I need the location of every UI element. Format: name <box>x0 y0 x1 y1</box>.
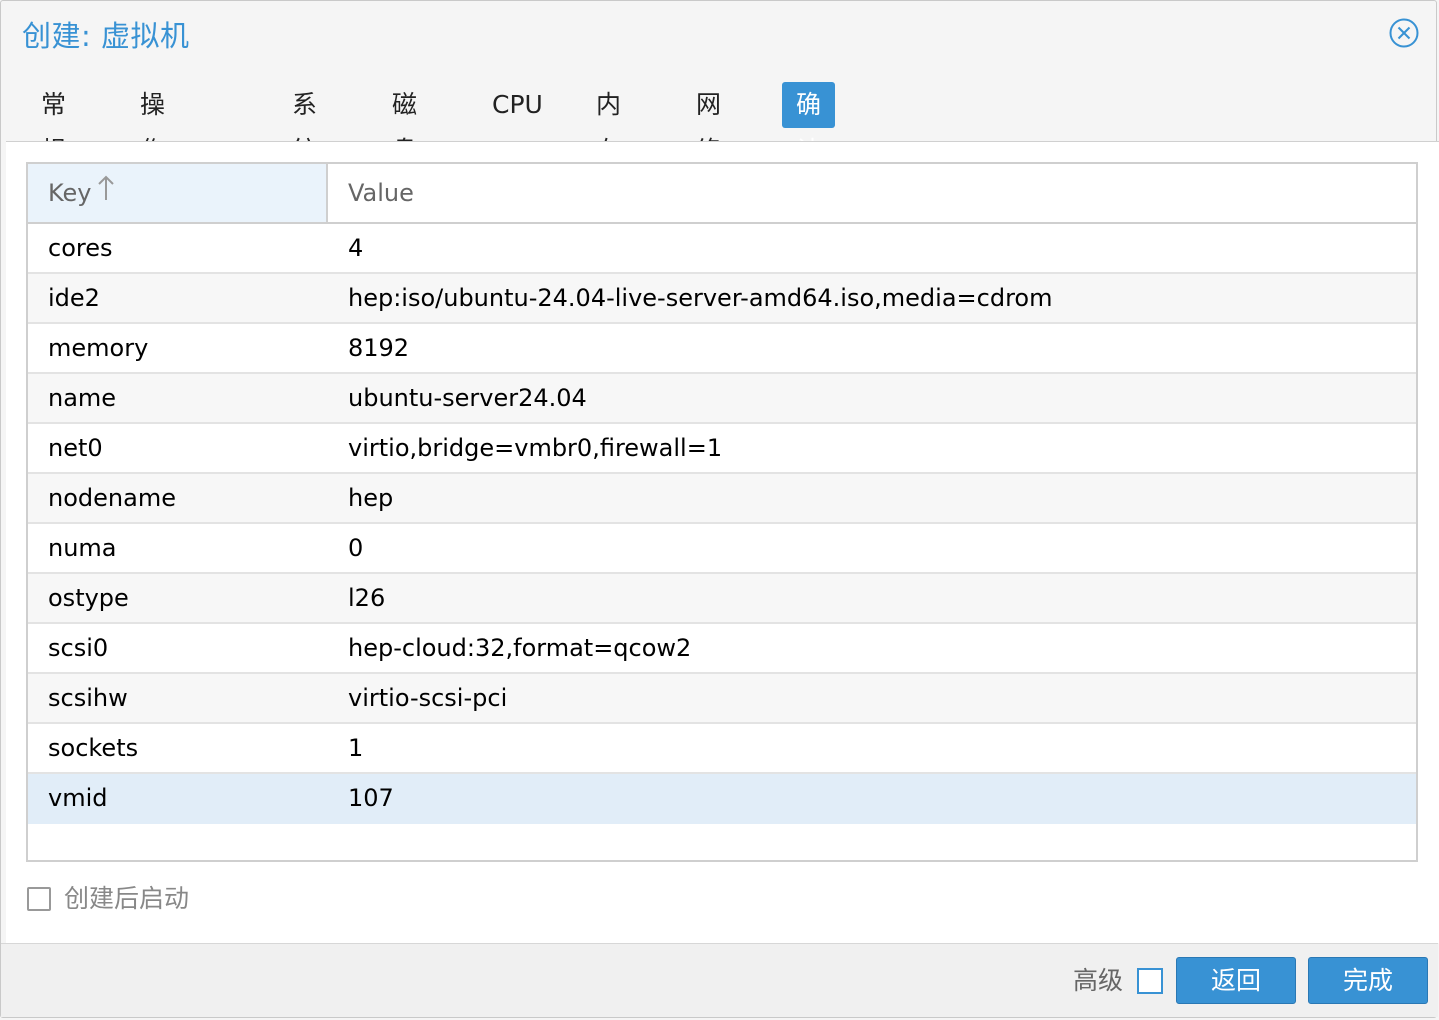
advanced-checkbox[interactable] <box>1137 968 1163 994</box>
row-value: hep <box>348 484 394 512</box>
row-key: cores <box>48 234 113 262</box>
confirm-panel: Key Value cores 4 ide2 hep:iso/ubuntu-24.0… <box>6 141 1439 943</box>
row-key: sockets <box>48 734 139 762</box>
row-key: name <box>48 384 117 412</box>
tab-network[interactable]: 网络 <box>682 82 735 165</box>
table-row[interactable]: ide2 hep:iso/ubuntu-24.04-live-server-amd… <box>28 274 1416 324</box>
row-value: 107 <box>348 784 394 812</box>
table-row[interactable]: cores 4 <box>28 224 1416 274</box>
table-row[interactable]: scsihw virtio-scsi-pci <box>28 674 1416 724</box>
table-row[interactable]: nodename hep <box>28 474 1416 524</box>
row-key: nodename <box>48 484 176 512</box>
row-value: virtio-scsi-pci <box>348 684 508 712</box>
table-row[interactable]: numa 0 <box>28 524 1416 574</box>
row-key: net0 <box>48 434 103 462</box>
row-value: 1 <box>348 734 364 762</box>
close-icon[interactable] <box>1389 18 1419 48</box>
row-key: memory <box>48 334 149 362</box>
sort-up-arrow-icon <box>97 165 114 223</box>
tab-system[interactable]: 系统 <box>278 82 331 165</box>
create-vm-dialog: 创建: 虚拟机 常规 操作系统 系统 磁盘 CPU 内存 网络 确认 Key V… <box>0 0 1439 1018</box>
column-header-key-label: Key <box>48 179 92 207</box>
row-value: l26 <box>348 584 386 612</box>
dialog-footer: 高级 返回 完成 <box>1 943 1438 1017</box>
tab-confirm[interactable]: 确认 <box>782 82 836 165</box>
tab-memory[interactable]: 内存 <box>582 82 635 165</box>
table-row[interactable]: scsi0 hep-cloud:32,format=qcow2 <box>28 624 1416 674</box>
tab-cpu[interactable]: CPU <box>478 82 557 128</box>
table-row[interactable]: sockets 1 <box>28 724 1416 774</box>
row-value: ubuntu-server24.04 <box>348 384 587 412</box>
row-value: 0 <box>348 534 364 562</box>
row-key: ostype <box>48 584 129 612</box>
row-key: numa <box>48 534 117 562</box>
row-key: vmid <box>48 784 108 812</box>
table-row[interactable]: ostype l26 <box>28 574 1416 624</box>
grid-header: Key Value <box>28 164 1416 224</box>
row-value: 8192 <box>348 334 410 362</box>
table-row[interactable]: net0 virtio,bridge=vmbr0,firewall=1 <box>28 424 1416 474</box>
row-value: hep:iso/ubuntu-24.04-live-server-amd64.i… <box>348 284 1053 312</box>
tab-general[interactable]: 常规 <box>27 82 80 165</box>
start-after-create-checkbox[interactable] <box>27 887 51 911</box>
row-key: scsi0 <box>48 634 109 662</box>
column-header-value[interactable]: Value <box>328 164 1416 222</box>
grid-rows: cores 4 ide2 hep:iso/ubuntu-24.04-live-ser… <box>28 224 1416 824</box>
row-key: ide2 <box>48 284 100 312</box>
advanced-label: 高级 <box>1073 966 1124 995</box>
column-header-key[interactable]: Key <box>28 164 328 222</box>
row-value: 4 <box>348 234 364 262</box>
finish-button[interactable]: 完成 <box>1308 957 1428 1004</box>
tab-os[interactable]: 操作系统 <box>126 82 179 257</box>
row-value: hep-cloud:32,format=qcow2 <box>348 634 692 662</box>
start-after-create-label: 创建后启动 <box>64 884 190 913</box>
table-row[interactable]: memory 8192 <box>28 324 1416 374</box>
tab-disks[interactable]: 磁盘 <box>378 82 431 165</box>
table-row-selected[interactable]: vmid 107 <box>28 774 1416 824</box>
table-row[interactable]: name ubuntu-server24.04 <box>28 374 1416 424</box>
back-button[interactable]: 返回 <box>1176 957 1296 1004</box>
row-key: scsihw <box>48 684 128 712</box>
row-value: virtio,bridge=vmbr0,firewall=1 <box>348 434 723 462</box>
summary-grid: Key Value cores 4 ide2 hep:iso/ubuntu-24.0… <box>26 162 1418 862</box>
dialog-title: 创建: 虚拟机 <box>22 19 190 53</box>
